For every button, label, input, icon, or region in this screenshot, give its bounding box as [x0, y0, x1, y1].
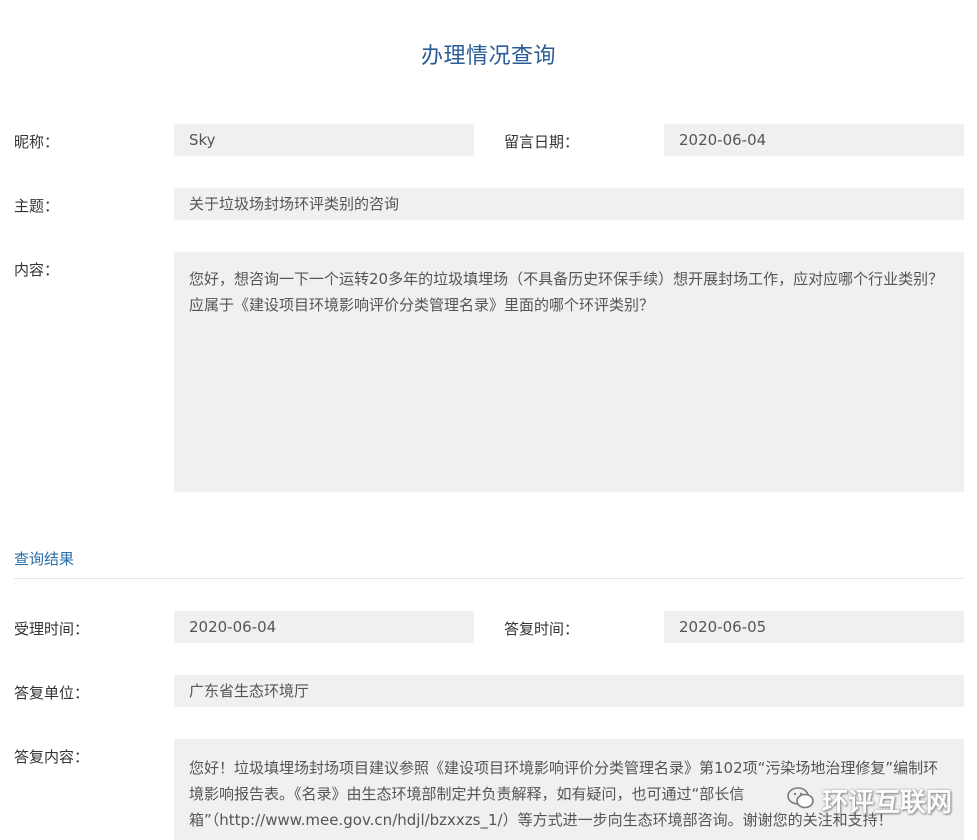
message-date-label: 留言日期： [504, 133, 580, 151]
reply-time-field[interactable]: 2020-06-05 [664, 611, 964, 643]
watermark: 环评互联网 [786, 780, 966, 820]
subject-field[interactable]: 关于垃圾场封场环评类别的咨询 [174, 188, 964, 220]
content-label: 内容： [14, 261, 60, 279]
result-section-title: 查询结果 [14, 550, 75, 568]
content-textarea[interactable]: 您好，想咨询一下一个运转20多年的垃圾填埋场（不具备历史环保手续）想开展封场工作… [174, 252, 964, 492]
nickname-label: 昵称： [14, 133, 60, 151]
page-title: 办理情况查询 [420, 44, 556, 69]
reply-content-label: 答复内容： [14, 748, 90, 766]
nickname-field[interactable]: Sky [174, 124, 474, 156]
wechat-icon [786, 785, 816, 815]
subject-label: 主题： [14, 197, 60, 215]
reply-unit-field[interactable]: 广东省生态环境厅 [174, 675, 964, 707]
accept-time-field[interactable]: 2020-06-04 [174, 611, 474, 643]
message-date-field[interactable]: 2020-06-04 [664, 124, 964, 156]
accept-time-label: 受理时间： [14, 620, 90, 638]
reply-unit-label: 答复单位： [14, 684, 90, 702]
section-divider [14, 578, 964, 579]
watermark-text: 环评互联网 [822, 787, 953, 818]
reply-time-label: 答复时间： [504, 620, 580, 638]
